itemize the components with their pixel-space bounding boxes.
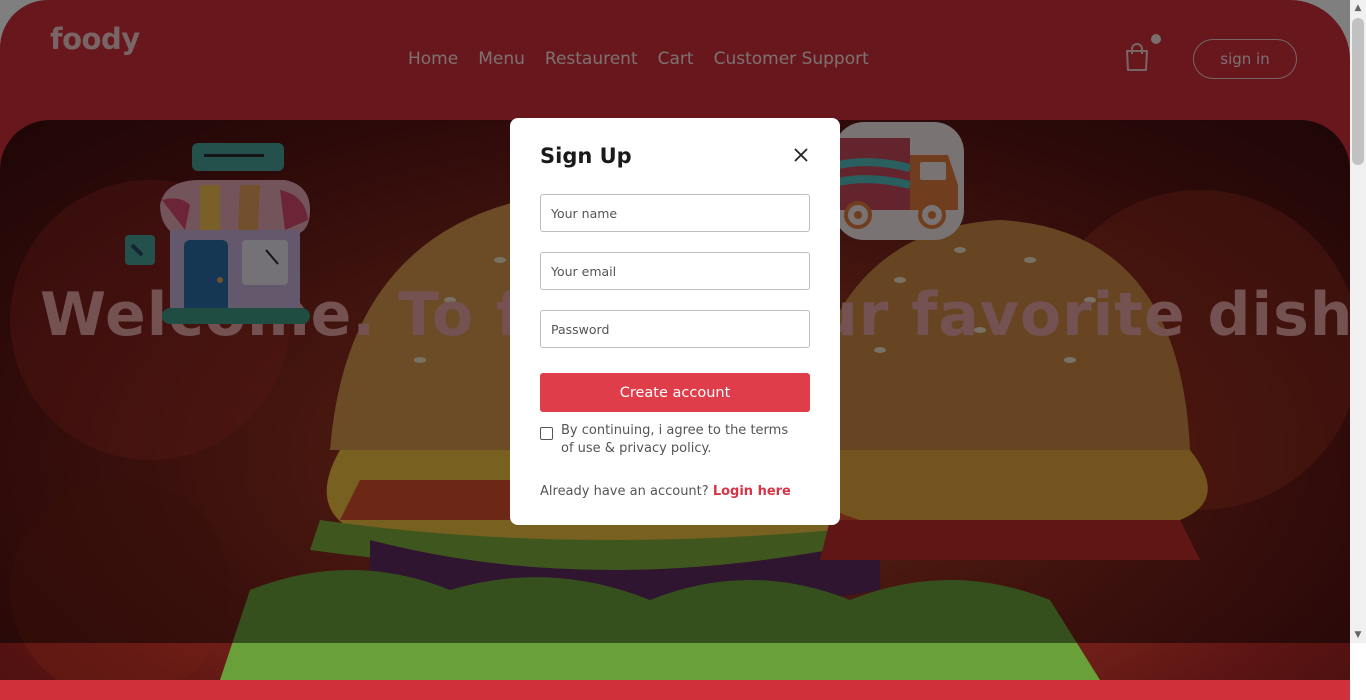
login-here-link[interactable]: Login here <box>713 484 791 499</box>
page-scrollbar[interactable]: ▲ ▼ <box>1350 0 1366 643</box>
scroll-down-icon[interactable]: ▼ <box>1350 627 1366 643</box>
password-field[interactable] <box>540 310 810 348</box>
login-prompt-text: Already have an account? <box>540 484 709 499</box>
scrollbar-thumb[interactable] <box>1352 18 1364 165</box>
create-account-button[interactable]: Create account <box>540 373 810 412</box>
scroll-up-icon[interactable]: ▲ <box>1350 0 1366 16</box>
modal-title: Sign Up <box>540 144 632 168</box>
terms-checkbox[interactable] <box>540 427 553 440</box>
name-field[interactable] <box>540 194 810 232</box>
sign-up-modal: Sign Up Create account By continuing, i … <box>510 118 840 525</box>
close-icon[interactable] <box>792 146 810 164</box>
email-field[interactable] <box>540 252 810 290</box>
login-prompt: Already have an account? Login here <box>540 484 791 499</box>
terms-text: By continuing, i agree to the terms of u… <box>561 423 789 456</box>
